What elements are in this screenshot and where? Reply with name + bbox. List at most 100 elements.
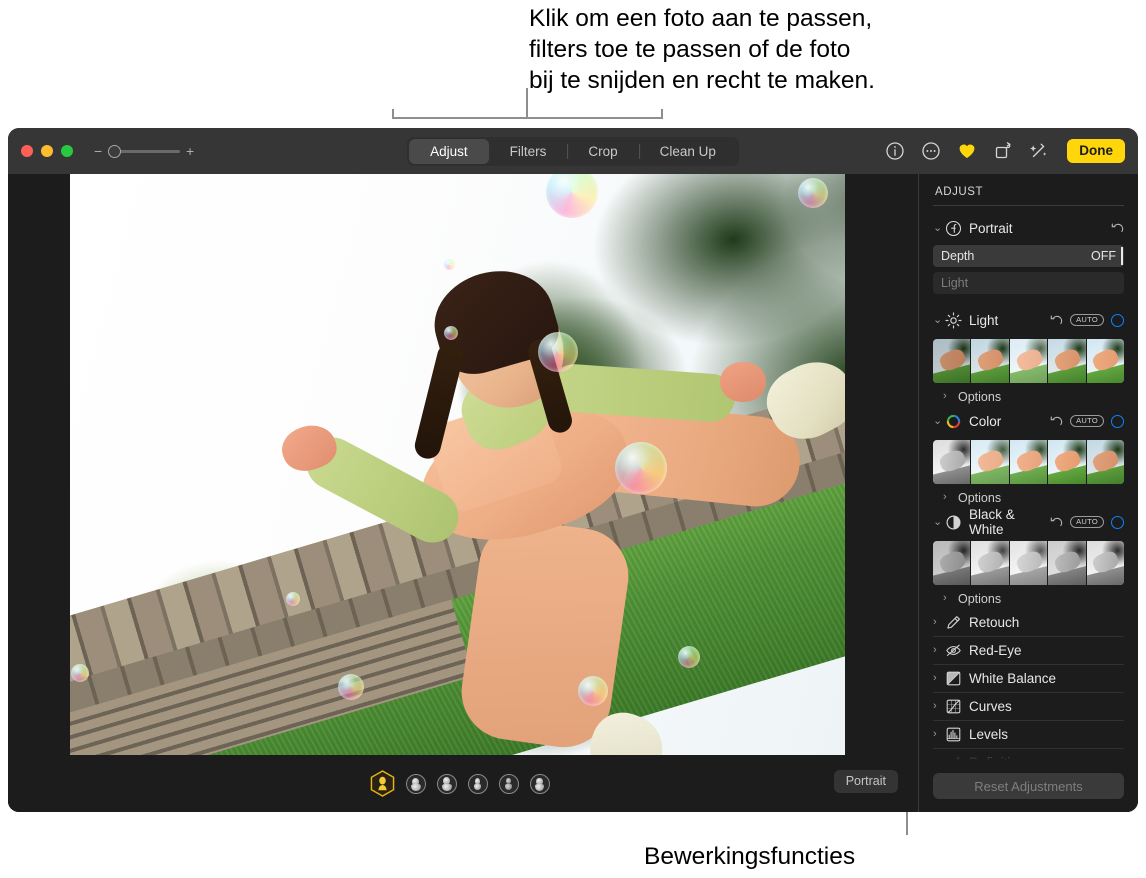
section-light-tools: AUTO: [1050, 313, 1124, 327]
lighting-effect-natural-light[interactable]: [370, 770, 395, 797]
thumbnail[interactable]: [933, 440, 971, 484]
zoom-in-icon[interactable]: +: [186, 144, 194, 158]
auto-badge[interactable]: AUTO: [1070, 515, 1104, 529]
slider-depth-value: OFF: [1091, 249, 1116, 263]
lighting-effect-stage-light-mono[interactable]: [499, 773, 519, 794]
chevron-right-icon[interactable]: ›: [933, 673, 945, 684]
lighting-effect-stage-light[interactable]: [468, 773, 488, 794]
editor-toolbar: − + Adjust Filters Crop Clean Up Done: [8, 128, 1138, 174]
light-options-label: Options: [958, 389, 1002, 404]
zoom-out-icon[interactable]: −: [94, 144, 102, 158]
chevron-right-icon[interactable]: ›: [933, 617, 945, 628]
photo-preview[interactable]: [70, 174, 845, 757]
close-button[interactable]: [21, 145, 33, 157]
sidebar-item-levels-label: Levels: [969, 727, 1009, 742]
thumbnail[interactable]: [933, 541, 971, 585]
thumbnail[interactable]: [933, 339, 971, 383]
zoom-slider-track[interactable]: [108, 144, 180, 158]
auto-badge[interactable]: AUTO: [1070, 313, 1104, 327]
chevron-down-icon[interactable]: ⌄: [933, 314, 945, 326]
reset-icon[interactable]: [1050, 415, 1063, 428]
chevron-right-icon[interactable]: ›: [943, 492, 955, 503]
color-thumbnail-strip[interactable]: [933, 440, 1124, 484]
thumbnail[interactable]: [1009, 440, 1048, 484]
portrait-f-icon: [945, 220, 962, 237]
black-and-white-toggle[interactable]: [1111, 515, 1124, 529]
slider-depth-label: Depth: [941, 249, 975, 263]
subject-right-hand: [720, 362, 766, 402]
slider-light[interactable]: Light: [933, 272, 1124, 294]
thumbnail[interactable]: [1048, 339, 1086, 383]
lighting-effect-contour-light[interactable]: [437, 773, 457, 794]
zoom-slider[interactable]: − +: [94, 144, 194, 158]
color-options-row[interactable]: › Options: [933, 487, 1124, 508]
section-color-tools: AUTO: [1050, 414, 1124, 428]
zoom-button[interactable]: [61, 145, 73, 157]
chevron-down-icon[interactable]: ⌄: [933, 222, 945, 234]
chevron-right-icon[interactable]: ›: [933, 701, 945, 712]
black-and-white-thumbnail-strip[interactable]: [933, 541, 1124, 585]
sidebar-item-levels[interactable]: › Levels: [933, 721, 1124, 749]
auto-badge[interactable]: AUTO: [1070, 414, 1104, 428]
reset-adjustments-button[interactable]: Reset Adjustments: [933, 773, 1124, 799]
light-thumbnail-strip[interactable]: [933, 339, 1124, 383]
sidebar-item-definition[interactable]: › Definition: [933, 749, 1124, 762]
section-black-and-white[interactable]: ⌄ Black & White AUTO: [933, 507, 1124, 537]
thumbnail[interactable]: [1086, 440, 1124, 484]
heart-icon[interactable]: [957, 141, 977, 161]
thumbnail[interactable]: [971, 339, 1009, 383]
reset-icon[interactable]: [1050, 516, 1063, 529]
slider-depth[interactable]: Depth OFF: [933, 245, 1124, 267]
lighting-effect-studio-light[interactable]: [406, 773, 426, 794]
zoom-slider-handle[interactable]: [108, 144, 121, 158]
tab-filters[interactable]: Filters: [489, 139, 568, 164]
edit-mode-tabs: Adjust Filters Crop Clean Up: [407, 136, 739, 166]
thumbnail[interactable]: [1048, 541, 1086, 585]
chevron-right-icon[interactable]: ›: [943, 593, 955, 604]
thumbnail[interactable]: [971, 541, 1009, 585]
photo-bubble: [798, 178, 828, 208]
thumbnail[interactable]: [1009, 541, 1048, 585]
section-color-label: Color: [969, 413, 1002, 429]
section-color[interactable]: ⌄ Color AUTO: [933, 409, 1124, 433]
lighting-effect-high-key-light-mono[interactable]: [530, 773, 550, 794]
portrait-mode-badge[interactable]: Portrait: [833, 770, 898, 793]
sidebar-item-red-eye[interactable]: › Red-Eye: [933, 637, 1124, 665]
photo-bubble: [444, 326, 458, 340]
done-button[interactable]: Done: [1067, 139, 1125, 163]
chevron-right-icon[interactable]: ›: [933, 645, 945, 656]
slider-depth-handle[interactable]: [1121, 247, 1123, 265]
chevron-down-icon[interactable]: ⌄: [933, 415, 945, 427]
rotate-icon[interactable]: [993, 141, 1013, 161]
reset-icon[interactable]: [1111, 222, 1124, 235]
thumbnail[interactable]: [1086, 339, 1124, 383]
tab-adjust[interactable]: Adjust: [409, 138, 489, 164]
info-icon[interactable]: [885, 141, 905, 161]
adjust-sidebar-scroll[interactable]: ADJUST ⌄ Portrait Depth OFF Light ⌄ Ligh…: [919, 174, 1138, 762]
section-portrait[interactable]: ⌄ Portrait: [933, 216, 1124, 240]
chevron-right-icon[interactable]: ›: [933, 757, 945, 763]
tab-crop[interactable]: Crop: [567, 139, 638, 164]
section-light[interactable]: ⌄ Light AUTO: [933, 308, 1124, 332]
chevron-down-icon[interactable]: ⌄: [933, 516, 945, 528]
more-options-icon[interactable]: [921, 141, 941, 161]
sidebar-item-retouch[interactable]: › Retouch: [933, 609, 1124, 637]
thumbnail[interactable]: [1048, 440, 1086, 484]
light-options-row[interactable]: › Options: [933, 386, 1124, 407]
minimize-button[interactable]: [41, 145, 53, 157]
callout-bottom-text: Bewerkingsfuncties: [644, 843, 856, 870]
sidebar-item-white-balance[interactable]: › White Balance: [933, 665, 1124, 693]
tab-clean-up[interactable]: Clean Up: [638, 139, 737, 164]
color-toggle[interactable]: [1111, 414, 1124, 428]
sidebar-item-curves[interactable]: › Curves: [933, 693, 1124, 721]
thumbnail[interactable]: [971, 440, 1009, 484]
thumbnail[interactable]: [1009, 339, 1048, 383]
section-black-and-white-tools: AUTO: [1050, 515, 1124, 529]
chevron-right-icon[interactable]: ›: [943, 391, 955, 402]
chevron-right-icon[interactable]: ›: [933, 729, 945, 740]
reset-icon[interactable]: [1050, 314, 1063, 327]
black-and-white-options-row[interactable]: › Options: [933, 588, 1124, 609]
light-toggle[interactable]: [1111, 313, 1124, 327]
thumbnail[interactable]: [1086, 541, 1124, 585]
auto-enhance-icon[interactable]: [1029, 141, 1049, 161]
